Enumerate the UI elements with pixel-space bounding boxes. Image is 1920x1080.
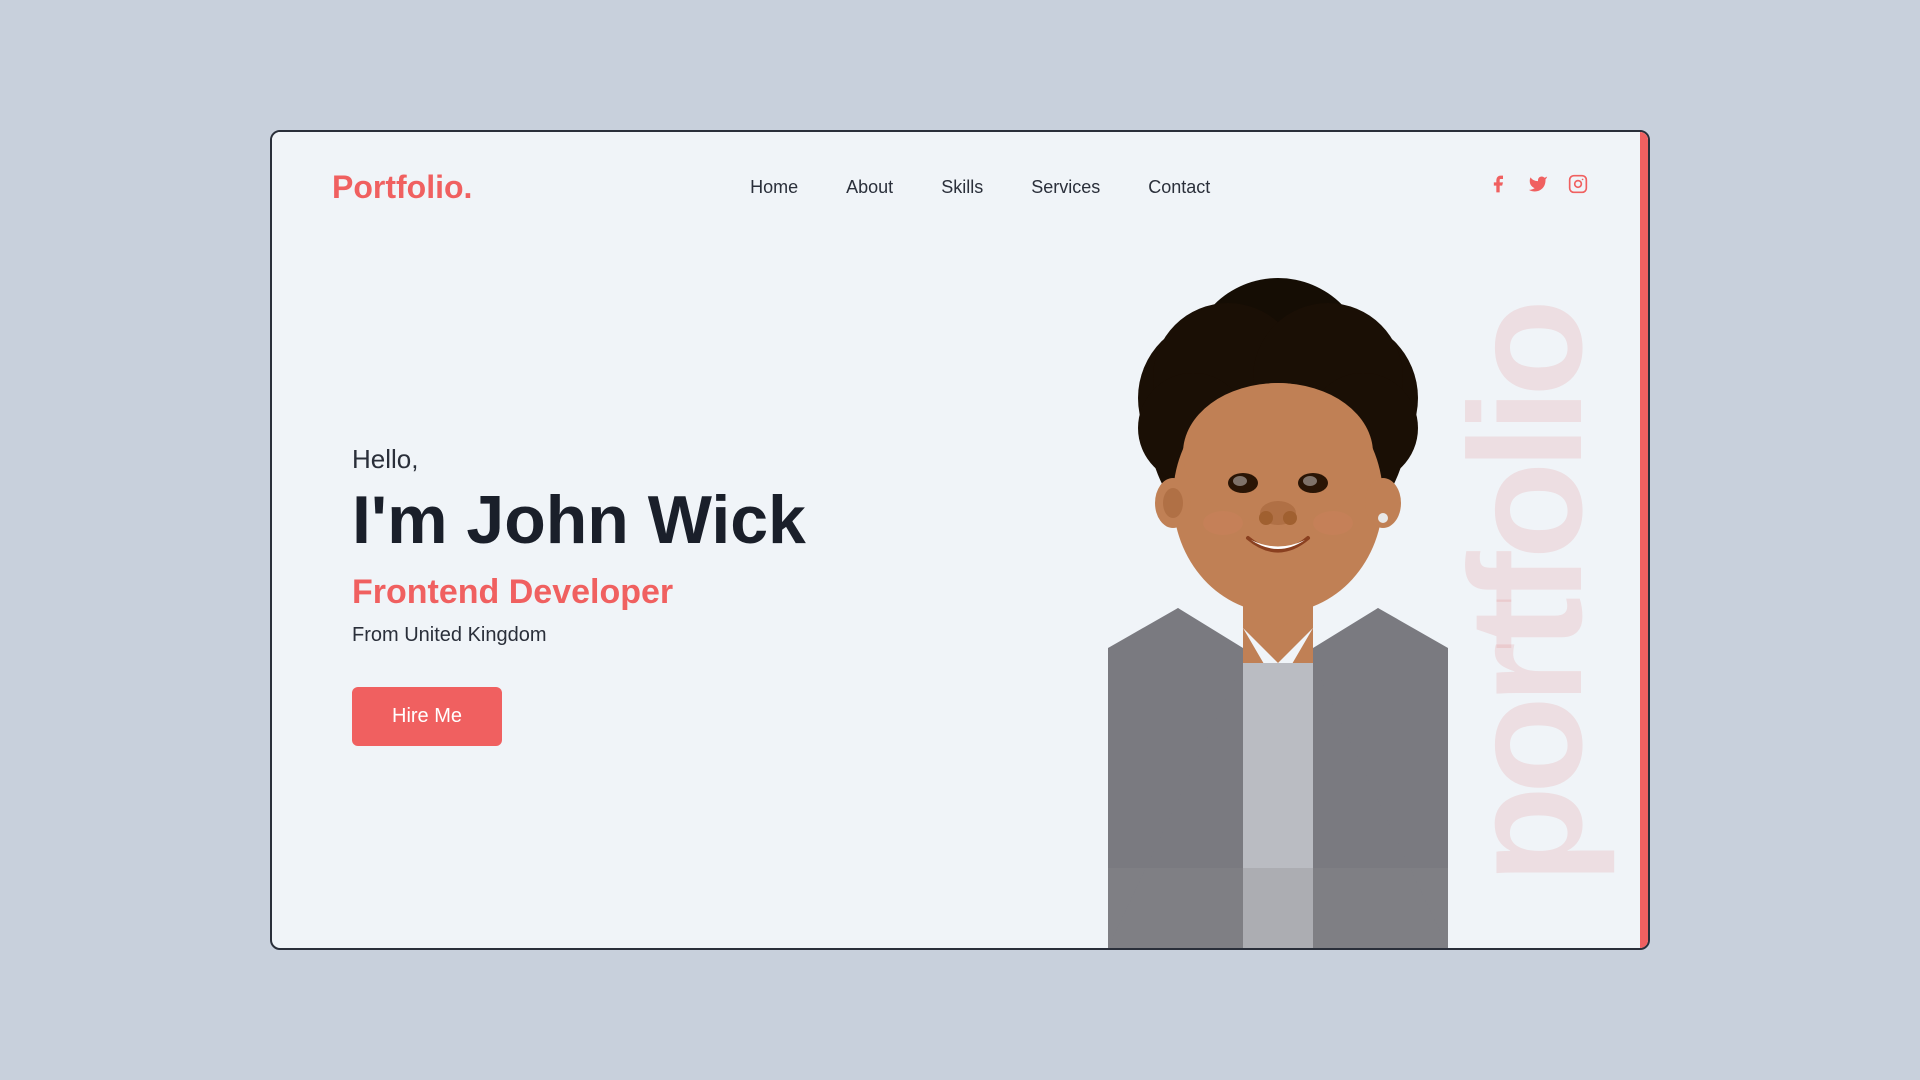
twitter-icon[interactable] <box>1528 174 1548 200</box>
person-illustration <box>988 268 1568 948</box>
nav-item-about[interactable]: About <box>846 177 893 198</box>
navbar: Portfolio. Home About Skills Services Co… <box>272 132 1648 242</box>
role-heading: Frontend Developer <box>352 573 806 612</box>
accent-sidebar <box>1640 132 1648 948</box>
name-heading: I'm John Wick <box>352 483 806 558</box>
social-icons <box>1488 174 1588 200</box>
nav-item-home[interactable]: Home <box>750 177 798 198</box>
location-text: From United Kingdom <box>352 624 806 647</box>
nav-link-contact[interactable]: Contact <box>1148 177 1210 197</box>
logo[interactable]: Portfolio. <box>332 169 472 206</box>
nav-item-skills[interactable]: Skills <box>941 177 983 198</box>
nav-link-about[interactable]: About <box>846 177 893 197</box>
nav-item-contact[interactable]: Contact <box>1148 177 1210 198</box>
hire-me-button[interactable]: Hire Me <box>352 687 502 746</box>
nav-link-home[interactable]: Home <box>750 177 798 197</box>
instagram-icon[interactable] <box>1568 174 1588 200</box>
facebook-icon[interactable] <box>1488 174 1508 200</box>
main-content: portfolio Hello, I'm John Wick Frontend … <box>272 242 1648 948</box>
hero-text: Hello, I'm John Wick Frontend Developer … <box>272 444 806 747</box>
nav-link-services[interactable]: Services <box>1031 177 1100 197</box>
browser-window: Portfolio. Home About Skills Services Co… <box>270 130 1650 950</box>
person-svg <box>1028 268 1528 948</box>
nav-link-skills[interactable]: Skills <box>941 177 983 197</box>
nav-item-services[interactable]: Services <box>1031 177 1100 198</box>
nav-links: Home About Skills Services Contact <box>750 177 1210 198</box>
greeting-text: Hello, <box>352 444 806 475</box>
